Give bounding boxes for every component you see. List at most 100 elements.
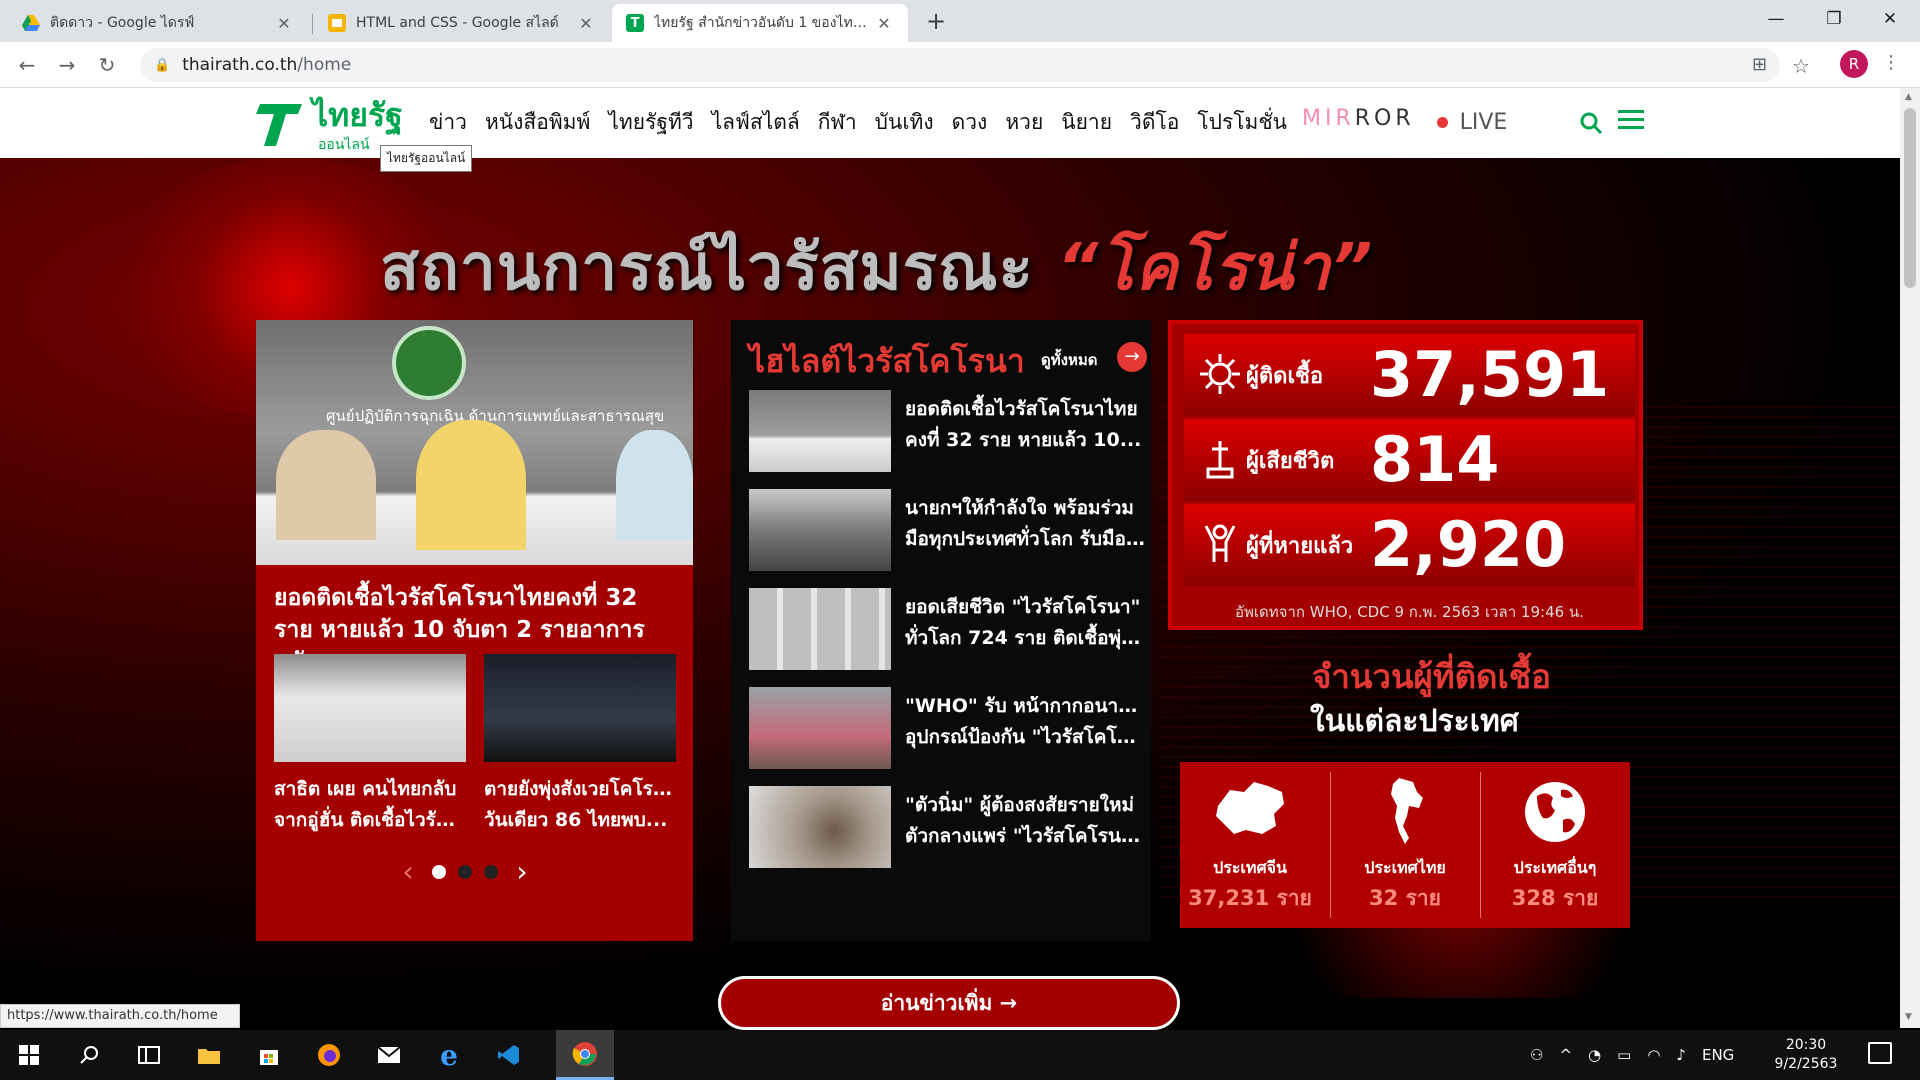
highlight-item[interactable]: "WHO" รับ หน้ากากอนามัย- อุปกรณ์ป้องกัน "… xyxy=(749,687,1149,769)
nav-thairath-tv[interactable]: ไทยรัฐทีวี xyxy=(599,106,702,139)
scroll-up-icon[interactable]: ▲ xyxy=(1905,92,1912,102)
country-china[interactable]: ประเทศจีน 37,231 ราย xyxy=(1180,762,1320,928)
carousel-next-icon[interactable]: › xyxy=(510,855,534,888)
language-indicator[interactable]: ENG xyxy=(1702,1046,1734,1064)
nav-newspaper[interactable]: หนังสือพิมพ์ xyxy=(476,106,599,139)
maximize-button[interactable]: ❐ xyxy=(1806,0,1862,38)
browser-tab-slides[interactable]: HTML and CSS - Google สไลด์ ✕ xyxy=(314,4,610,42)
nav-news[interactable]: ข่าว xyxy=(420,106,476,139)
carousel-dot[interactable] xyxy=(484,864,498,879)
notification-icon[interactable] xyxy=(1868,1042,1892,1064)
feature-image[interactable]: ศูนย์ปฏิบัติการฉุกเฉิน ด้านการแพทย์และสา… xyxy=(256,320,693,565)
browser-tab-drive[interactable]: ติดดาว - Google ไดรฟ์ ✕ xyxy=(8,4,308,42)
deaths-count: 814 xyxy=(1370,423,1500,496)
highlights-title: ไฮไลต์ไวรัสโคโรนา xyxy=(749,342,1025,380)
country-others[interactable]: ประเทศอื่นๆ 328 ราย xyxy=(1485,762,1625,928)
carousel-controls: ‹ › xyxy=(396,855,534,888)
sub-news-thumbnail xyxy=(484,654,676,762)
search-icon[interactable] xyxy=(1578,110,1604,136)
hamburger-menu-icon[interactable] xyxy=(1618,110,1644,132)
mail-icon[interactable] xyxy=(360,1030,418,1080)
taskbar-clock[interactable]: 20:30 9/2/2563 xyxy=(1766,1036,1846,1074)
carousel-dot[interactable] xyxy=(458,864,472,879)
see-all-link[interactable]: ดูทั้งหมด xyxy=(1041,348,1097,372)
close-tab-icon[interactable]: ✕ xyxy=(274,14,294,33)
browser-tab-strip: ติดดาว - Google ไดรฟ์ ✕ HTML and CSS - G… xyxy=(0,0,1920,42)
tray-expand-icon[interactable]: ^ xyxy=(1559,1046,1572,1064)
store-icon[interactable] xyxy=(240,1030,298,1080)
highlight-item[interactable]: ยอดติดเชื้อไวรัสโคโรนาไทย คงที่ 32 ราย หา… xyxy=(749,390,1149,472)
bookmark-star-icon[interactable]: ☆ xyxy=(1792,54,1810,78)
lock-icon[interactable]: 🔒 xyxy=(154,58,170,73)
read-more-button[interactable]: อ่านข่าวเพิ่ม → xyxy=(718,976,1180,1030)
taskbar-search-icon[interactable] xyxy=(60,1030,118,1080)
vscode-icon[interactable] xyxy=(480,1030,538,1080)
nav-sport[interactable]: กีฬา xyxy=(809,106,866,139)
highlights-panel: ไฮไลต์ไวรัสโคโรนา ดูทั้งหมด → ยอดติดเชื้… xyxy=(731,320,1151,941)
live-dot-icon xyxy=(1436,117,1448,128)
highlight-thumbnail xyxy=(749,588,891,670)
nav-horoscope[interactable]: ดวง xyxy=(943,106,997,139)
profile-avatar[interactable]: R xyxy=(1840,50,1868,78)
site-header: ไทยรัฐ ออนไลน์ ข่าว หนังสือพิมพ์ ไทยรัฐท… xyxy=(0,88,1920,158)
windows-taskbar: e ⚇ ^ ◔ ▭ ◠ ♪ ENG 20:30 9/2/2563 xyxy=(0,1030,1920,1080)
hero-title: สถานการณ์ไวรัสมรณะ “โคโรน่า” xyxy=(380,231,1374,305)
nav-lifestyle[interactable]: ไลฟ์สไตล์ xyxy=(703,106,809,139)
close-tab-icon[interactable]: ✕ xyxy=(576,14,596,33)
close-tab-icon[interactable]: ✕ xyxy=(874,14,894,33)
highlight-item[interactable]: นายกฯให้กำลังใจ พร้อมร่วม มือทุกประเทศทั่… xyxy=(749,489,1149,571)
site-logo-subtext: ออนไลน์ xyxy=(318,137,370,153)
nav-live[interactable]: LIVE xyxy=(1436,106,1507,139)
site-logo-text[interactable]: ไทยรัฐ xyxy=(312,98,403,132)
nav-promotion[interactable]: โปรโมชั่น xyxy=(1188,106,1296,139)
person-figure xyxy=(276,430,376,540)
task-view-icon[interactable] xyxy=(120,1030,178,1080)
thailand-map-icon xyxy=(1391,778,1423,844)
firefox-icon[interactable] xyxy=(300,1030,358,1080)
scrollbar-thumb[interactable] xyxy=(1904,108,1916,288)
grave-icon xyxy=(1206,441,1234,479)
highlight-item[interactable]: "ตัวนิ่ม" ผู้ต้องสงสัยรายใหม่ ตัวกลางแพร่… xyxy=(749,786,1149,868)
back-button[interactable]: ← xyxy=(12,50,42,80)
close-window-button[interactable]: ✕ xyxy=(1862,0,1918,38)
sub-news-card[interactable]: ตายยังพุ่งสังเวยโคโรนา วันเดียว 86 ไทยพบ… xyxy=(484,654,676,836)
reload-button[interactable]: ↻ xyxy=(92,50,122,80)
scroll-down-icon[interactable]: ▼ xyxy=(1905,1012,1912,1022)
new-tab-button[interactable]: + xyxy=(920,6,952,38)
highlight-item[interactable]: ยอดเสียชีวิต "ไวรัสโคโรนา" ทั่วโลก 724 รา… xyxy=(749,588,1149,670)
country-section-subtitle: ในแต่ละประเทศ xyxy=(1310,704,1519,739)
wifi-icon[interactable]: ◠ xyxy=(1647,1046,1660,1064)
china-map-icon xyxy=(1216,782,1284,834)
people-icon[interactable]: ⚇ xyxy=(1530,1046,1543,1064)
nav-mirror[interactable]: MIRROR xyxy=(1302,106,1415,139)
carousel-dot[interactable] xyxy=(432,864,446,879)
country-stats-box: ประเทศจีน 37,231 ราย ประเทศไทย 32 ราย ปร… xyxy=(1180,762,1630,928)
edge-icon[interactable]: e xyxy=(420,1030,478,1080)
thairath-logo-icon[interactable] xyxy=(254,98,304,148)
browser-menu-icon[interactable]: ⋮ xyxy=(1882,52,1900,73)
file-explorer-icon[interactable] xyxy=(180,1030,238,1080)
logo-tooltip: ไทยรัฐออนไลน์ xyxy=(380,145,473,172)
address-bar[interactable]: 🔒 thairath.co.th /home xyxy=(140,48,1780,82)
sub-news-thumbnail xyxy=(274,654,466,762)
battery-icon[interactable]: ▭ xyxy=(1617,1046,1631,1064)
forward-button[interactable]: → xyxy=(52,50,82,80)
volume-icon[interactable]: ♪ xyxy=(1676,1046,1686,1064)
sync-icon[interactable]: ◔ xyxy=(1588,1046,1601,1064)
page-scrollbar[interactable]: ▲ ▼ xyxy=(1900,88,1920,1028)
sub-news-card[interactable]: สาธิต เผย คนไทยกลับ จากอู่ฮั่น ติดเชื้อไ… xyxy=(274,654,466,836)
nav-novel[interactable]: นิยาย xyxy=(1052,106,1121,139)
chrome-taskbar-icon[interactable] xyxy=(556,1030,614,1080)
arrow-right-icon[interactable]: → xyxy=(1117,342,1147,372)
carousel-prev-icon[interactable]: ‹ xyxy=(396,855,420,888)
nav-lottery[interactable]: หวย xyxy=(996,106,1052,139)
corona-hero-section: สถานการณ์ไวรัสมรณะ “โคโรน่า” ศูนย์ปฏิบัต… xyxy=(0,158,1900,1003)
translate-icon[interactable]: ⊞ xyxy=(1752,54,1767,75)
browser-tab-thairath[interactable]: T ไทยรัฐ สำนักข่าวอันดับ 1 ของไทย | ไท ✕ xyxy=(612,4,908,42)
nav-entertainment[interactable]: บันเทิง xyxy=(866,106,943,139)
minimize-button[interactable]: — xyxy=(1748,0,1804,38)
windows-start-icon[interactable] xyxy=(0,1030,58,1080)
infected-count: 37,591 xyxy=(1370,338,1610,411)
nav-video[interactable]: วิดีโอ xyxy=(1121,106,1188,139)
country-thailand[interactable]: ประเทศไทย 32 ราย xyxy=(1335,762,1475,928)
